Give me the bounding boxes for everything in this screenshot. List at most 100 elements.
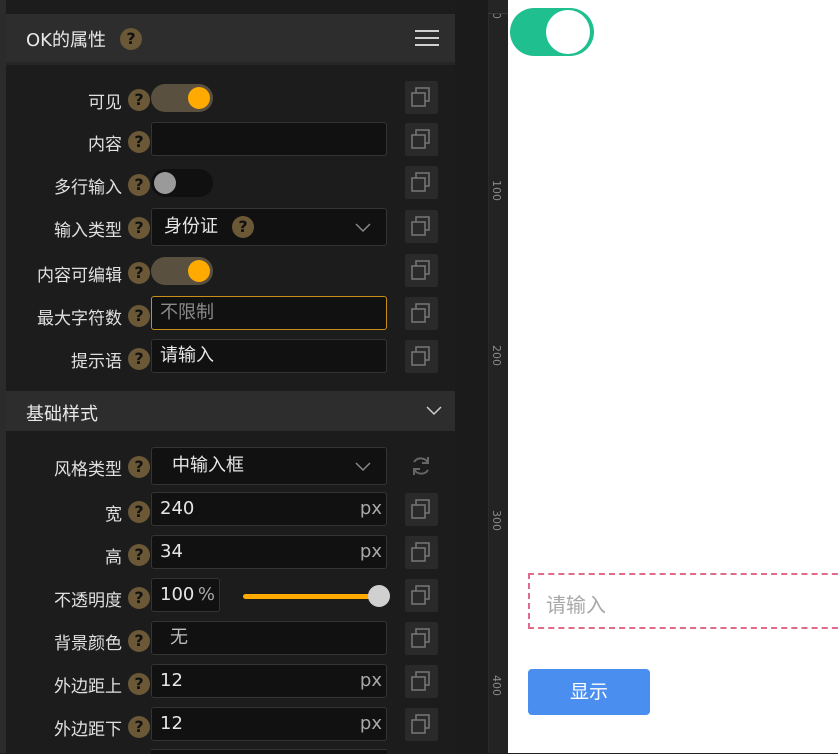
ruler-tick: 200 <box>490 345 503 366</box>
preview-input-placeholder: 请输入 <box>546 593 606 617</box>
menu-icon[interactable] <box>415 28 439 48</box>
input-type-value: 身份证 <box>164 216 218 237</box>
preview-toggle[interactable] <box>510 8 594 56</box>
ruler-tick: 300 <box>490 510 503 531</box>
copy-button[interactable] <box>405 708 438 741</box>
row-width: 宽 ? 240 px <box>6 492 455 528</box>
style-type-label: 风格类型 <box>54 460 122 480</box>
copy-button[interactable] <box>405 166 438 199</box>
copy-icon <box>411 671 430 691</box>
row-content: 内容 ? <box>6 122 455 158</box>
content-input[interactable] <box>151 122 387 156</box>
copy-icon <box>411 714 430 734</box>
row-style-type: 风格类型 ? 中输入框 <box>6 447 455 485</box>
help-icon[interactable]: ? <box>128 131 150 153</box>
copy-button[interactable] <box>405 123 438 156</box>
opacity-input[interactable]: 100 % <box>151 578 220 612</box>
help-icon[interactable]: ? <box>128 217 150 239</box>
copy-button[interactable] <box>405 622 438 655</box>
margin-bottom-value: 12 <box>160 713 183 734</box>
row-margin-top: 外边距上 ? 12 px <box>6 664 455 700</box>
row-height: 高 ? 34 px <box>6 535 455 571</box>
editable-toggle[interactable] <box>151 257 213 285</box>
copy-button[interactable] <box>405 254 438 287</box>
toggle-knob <box>188 87 210 109</box>
panel-header: OK的属性 ? <box>6 14 455 62</box>
margin-top-label: 外边距上 <box>54 677 122 697</box>
height-label: 高 <box>105 548 122 568</box>
unit-label: % <box>197 584 215 605</box>
copy-icon <box>411 542 430 562</box>
row-max-chars: 最大字符数 ? 不限制 <box>6 296 455 332</box>
help-icon[interactable]: ? <box>128 716 150 738</box>
input-type-select[interactable]: 身份证 ? <box>151 208 387 246</box>
help-icon[interactable]: ? <box>128 501 150 523</box>
copy-icon <box>411 172 430 192</box>
opacity-value: 100 <box>160 584 195 605</box>
copy-button[interactable] <box>405 536 438 569</box>
copy-button[interactable] <box>405 210 438 243</box>
help-icon[interactable]: ? <box>120 28 142 50</box>
copy-icon <box>411 87 430 107</box>
show-button[interactable]: 显示 <box>528 669 650 715</box>
copy-button[interactable] <box>405 665 438 698</box>
help-icon[interactable]: ? <box>128 174 150 196</box>
bg-color-label: 背景颜色 <box>54 634 122 654</box>
chevron-down-icon <box>355 223 371 233</box>
slider-handle[interactable] <box>368 585 390 607</box>
refresh-icon[interactable] <box>409 454 433 478</box>
margin-top-value: 12 <box>160 670 183 691</box>
style-type-select[interactable]: 中输入框 <box>151 447 387 485</box>
copy-icon <box>411 585 430 605</box>
margin-bottom-label: 外边距下 <box>54 720 122 740</box>
row-editable: 内容可编辑 ? <box>6 253 455 289</box>
margin-bottom-input[interactable]: 12 px <box>151 707 387 741</box>
row-opacity: 不透明度 ? 100 % <box>6 578 455 614</box>
copy-button[interactable] <box>405 579 438 612</box>
max-chars-label: 最大字符数 <box>37 309 122 329</box>
slider-fill <box>243 594 379 599</box>
help-icon[interactable]: ? <box>128 673 150 695</box>
copy-button[interactable] <box>405 340 438 373</box>
properties-panel: OK的属性 ? 可见 ? 内容 ? 多行输入 ? 输入类型 ? 身份证 ? 内容… <box>6 0 455 754</box>
width-label: 宽 <box>105 505 122 525</box>
help-icon[interactable]: ? <box>232 216 254 238</box>
hint-input[interactable]: 请输入 <box>151 339 387 373</box>
panel-title: OK的属性 <box>26 30 106 51</box>
max-chars-input[interactable]: 不限制 <box>151 296 387 330</box>
unit-label: px <box>359 498 382 519</box>
width-input[interactable]: 240 px <box>151 492 387 526</box>
header-divider <box>6 62 455 65</box>
help-icon[interactable]: ? <box>128 630 150 652</box>
input-type-label: 输入类型 <box>54 221 122 241</box>
help-icon[interactable]: ? <box>128 348 150 370</box>
section-basic-style-header[interactable]: 基础样式 <box>6 391 455 431</box>
editable-label: 内容可编辑 <box>37 266 122 286</box>
preview-input[interactable]: 请输入 <box>528 573 838 629</box>
help-icon[interactable]: ? <box>128 305 150 327</box>
help-icon[interactable]: ? <box>128 587 150 609</box>
row-hint: 提示语 ? 请输入 <box>6 339 455 375</box>
copy-icon <box>411 260 430 280</box>
visible-toggle[interactable] <box>151 84 213 112</box>
height-input[interactable]: 34 px <box>151 535 387 569</box>
toggle-knob <box>154 172 176 194</box>
row-visible: 可见 ? <box>6 80 455 116</box>
opacity-slider[interactable] <box>243 585 390 607</box>
help-icon[interactable]: ? <box>128 89 150 111</box>
visible-label: 可见 <box>88 93 122 113</box>
bg-color-picker[interactable]: 无 <box>151 621 387 655</box>
vertical-ruler: 0 100 200 300 400 <box>488 0 509 753</box>
copy-icon <box>411 628 430 648</box>
help-icon[interactable]: ? <box>128 262 150 284</box>
copy-button[interactable] <box>405 81 438 114</box>
opacity-label: 不透明度 <box>54 591 122 611</box>
multiline-toggle[interactable] <box>151 169 213 197</box>
copy-button[interactable] <box>405 493 438 526</box>
copy-button[interactable] <box>405 297 438 330</box>
margin-top-input[interactable]: 12 px <box>151 664 387 698</box>
section-title: 基础样式 <box>26 404 98 425</box>
help-icon[interactable]: ? <box>128 544 150 566</box>
help-icon[interactable]: ? <box>128 456 150 478</box>
toggle-knob <box>188 260 210 282</box>
